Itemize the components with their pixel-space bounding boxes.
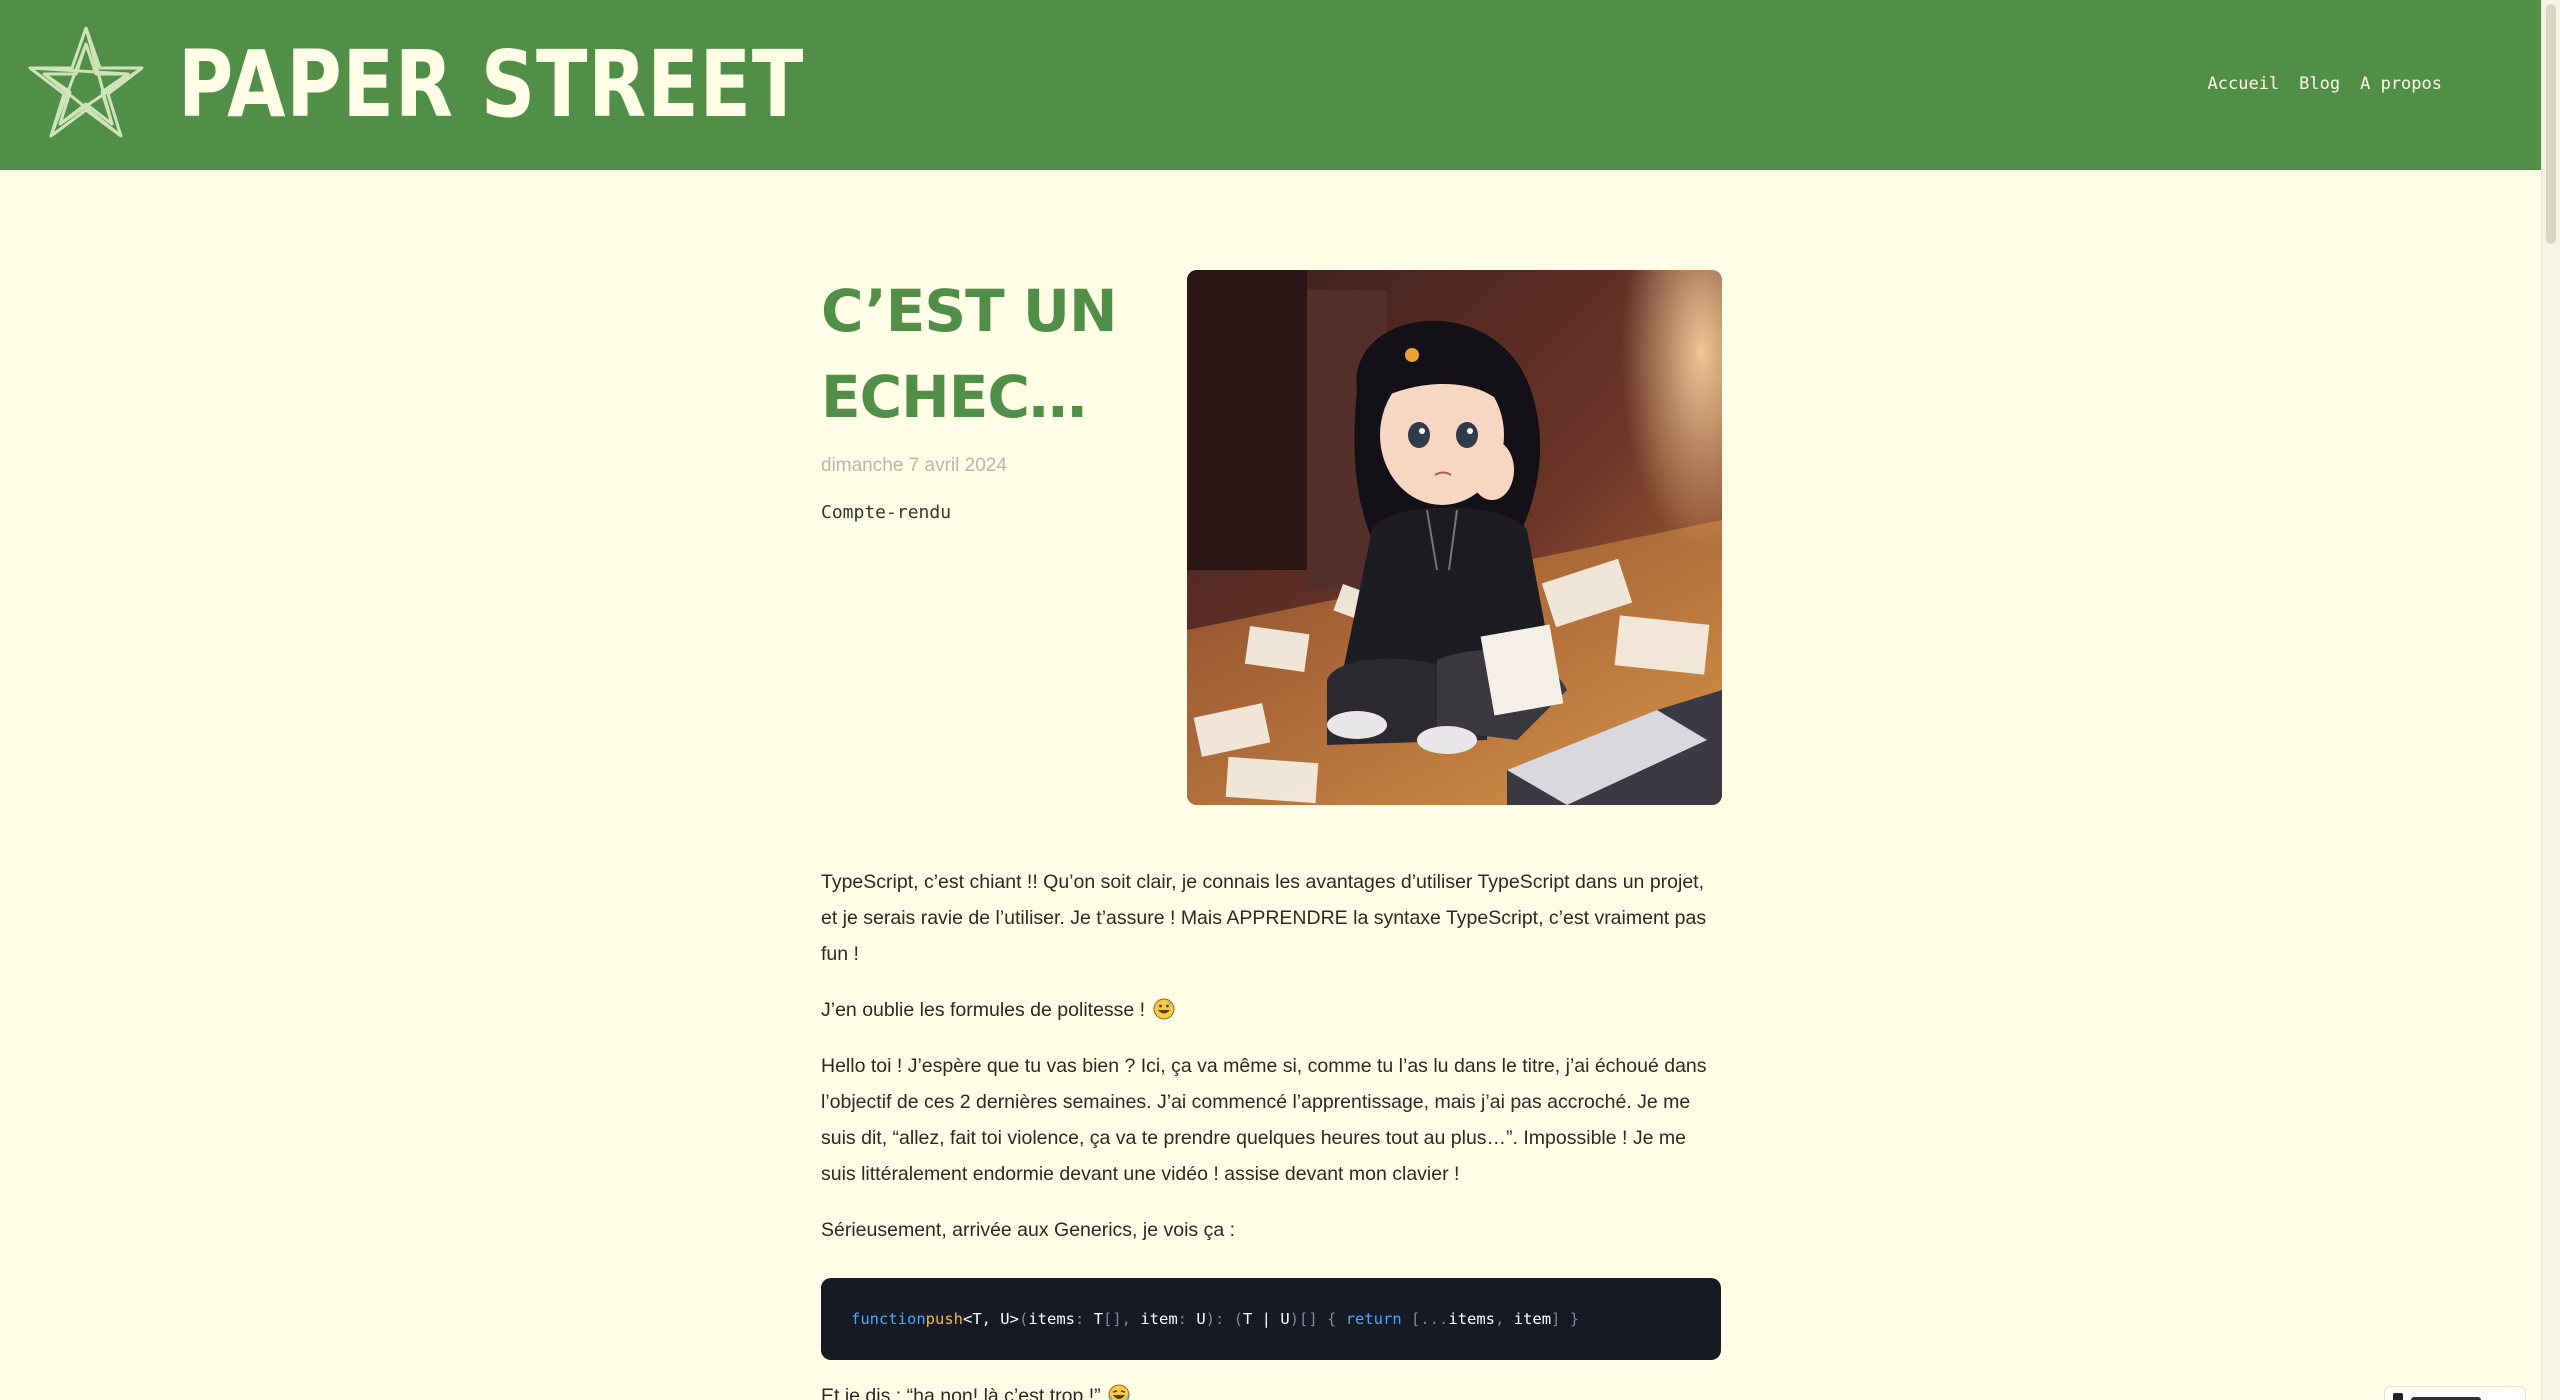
code-comma: , <box>1495 1310 1514 1328</box>
floating-widget[interactable] <box>2384 1386 2526 1400</box>
code-param-items: items <box>1028 1310 1075 1328</box>
scrollbar-thumb[interactable] <box>2546 4 2556 244</box>
post-paragraph-2-text: J’en oublie les formules de politesse ! <box>821 999 1151 1021</box>
code-return-type-close: )[] { <box>1289 1310 1346 1328</box>
post-date: dimanche 7 avril 2024 <box>821 455 1007 476</box>
post-paragraph-1: TypeScript, c’est chiant !! Qu’on soit c… <box>821 871 1707 965</box>
widget-icon <box>2393 1393 2403 1400</box>
code-block: function push <T, U>(items: T [], item: U)… <box>821 1278 1721 1360</box>
code-open-paren: ( <box>1018 1310 1029 1328</box>
code-generics: <T, U> <box>962 1310 1019 1328</box>
post-content: TypeScript, c’est chiant !! Qu’on soit c… <box>821 864 1721 1400</box>
nav-link-accueil[interactable]: Accueil <box>2208 72 2280 96</box>
post-hero-image <box>1187 270 1722 805</box>
laughing-tears-emoji-icon <box>1108 1384 1130 1400</box>
code-spread-open: [... <box>1401 1310 1449 1328</box>
post-title: C’est un echec… <box>821 277 1118 431</box>
site-title[interactable]: PAPER STREET <box>178 30 804 140</box>
code-type-t: T <box>1093 1310 1104 1328</box>
code-param-item: item <box>1140 1310 1178 1328</box>
star-logo-icon[interactable] <box>26 24 146 142</box>
main-nav: Accueil Blog A propos <box>2208 72 2443 96</box>
post-paragraph-5-text: Et je dis : “ha non! là c’est trop !” <box>821 1385 1107 1400</box>
code-keyword-return: return <box>1345 1310 1402 1328</box>
nav-link-blog[interactable]: Blog <box>2299 72 2340 96</box>
code-item-ref: item <box>1513 1310 1552 1328</box>
code-close-paren: ): ( <box>1205 1310 1244 1328</box>
site-header: PAPER STREET Accueil Blog A propos <box>0 0 2542 170</box>
grinning-sweat-emoji-icon <box>1153 998 1175 1020</box>
code-colon-2: : <box>1177 1310 1197 1328</box>
code-brackets: [], <box>1103 1310 1141 1328</box>
post-paragraph-4: Sérieusement, arrivée aux Generics, je v… <box>821 1219 1236 1241</box>
post-paragraph-5: Et je dis : “ha non! là c’est trop !” <box>821 1378 1721 1400</box>
page-scrollbar[interactable] <box>2541 0 2560 1400</box>
code-function-name: push <box>925 1310 963 1328</box>
hero-illustration <box>1187 270 1722 805</box>
post-paragraph-2: J’en oublie les formules de politesse ! <box>821 992 1721 1028</box>
nav-link-a-propos[interactable]: A propos <box>2360 72 2442 96</box>
post-tag-link[interactable]: Compte-rendu <box>821 500 951 526</box>
code-end: ] } <box>1551 1310 1580 1328</box>
page: PAPER STREET Accueil Blog A propos C’est… <box>0 0 2560 1400</box>
code-union-type: T | U <box>1243 1310 1290 1328</box>
post-paragraph-3: Hello toi ! J’espère que tu vas bien ? I… <box>821 1055 1707 1185</box>
code-keyword-function: function <box>851 1310 926 1328</box>
code-type-u: U <box>1196 1310 1206 1328</box>
code-items-ref: items <box>1448 1310 1496 1328</box>
code-colon-1: : <box>1075 1310 1094 1328</box>
